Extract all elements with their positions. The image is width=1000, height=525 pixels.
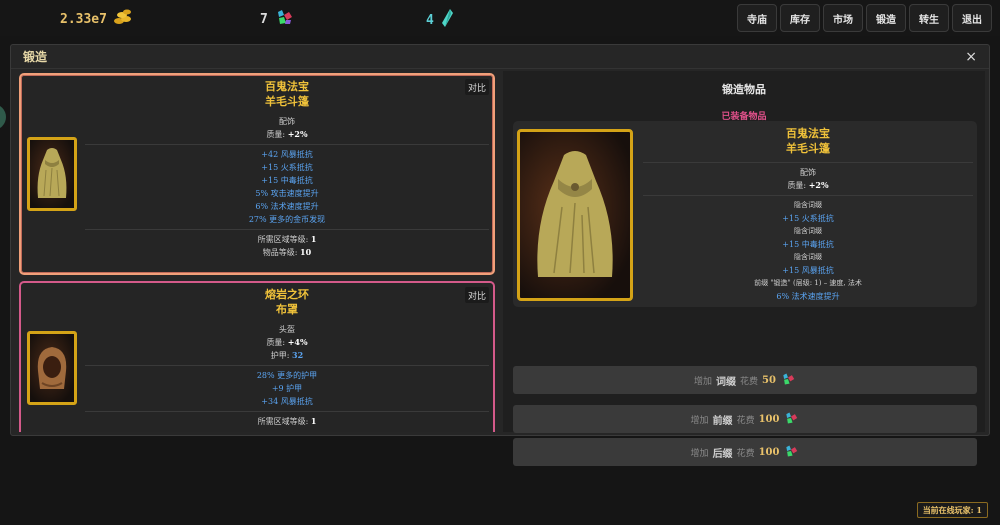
affix-header: 前缀 "锻造" (层级: 1) – 速度, 法术 <box>754 279 862 287</box>
item-mod: +34 风暴抵抗 <box>261 397 313 406</box>
item-details: 百鬼法宝 羊毛斗篷 配饰 质量: +2% +42 风暴抵抗 +15 火系抵抗 +… <box>85 79 489 259</box>
item-required-level: 所需区域等级: 1 <box>257 234 317 244</box>
nav-logout-button[interactable]: 退出 <box>952 4 992 32</box>
add-prefix-button[interactable]: 增加 前缀 花费 100 <box>513 405 977 433</box>
nav-inventory-button[interactable]: 库存 <box>780 4 820 32</box>
item-quality: 质量: +2% <box>787 180 829 190</box>
main-nav: 寺庙 库存 市场 锻造 转生 退出 <box>737 4 992 32</box>
nav-temple-button[interactable]: 寺庙 <box>737 4 777 32</box>
divider <box>85 365 489 366</box>
item-card[interactable]: 对比 熔岩之环 布罩 头盔 质量: +4% 护甲: 32 28% 更多的护甲 +… <box>19 281 495 432</box>
close-icon[interactable]: × <box>965 49 977 65</box>
top-bar: 2.33e7 7 4 寺庙 库存 市场 锻造 转生 退出 <box>0 0 1000 36</box>
item-base-name: 布罩 <box>276 303 298 316</box>
forge-panel: 锻造物品 已装备物品 百鬼法宝 羊毛斗篷 配饰 质量: +2% 隐含词缀 +15… <box>503 71 985 466</box>
gold-amount: 2.33e7 <box>60 11 107 27</box>
gems-icon <box>783 411 799 428</box>
add-suffix-button[interactable]: 增加 后缀 花费 100 <box>513 438 977 466</box>
nav-market-button[interactable]: 市场 <box>823 4 863 32</box>
equipped-item-details: 百鬼法宝 羊毛斗篷 配饰 质量: +2% 隐含词缀 +15 火系抵抗 隐含词缀 … <box>643 126 973 303</box>
item-mod: 28% 更多的护甲 <box>256 371 318 380</box>
gold-counter: 2.33e7 <box>60 8 133 30</box>
gems-counter: 7 <box>260 8 294 30</box>
divider <box>85 229 489 230</box>
item-mod: +15 火系抵抗 <box>782 214 834 223</box>
nav-rebirth-button[interactable]: 转生 <box>909 4 949 32</box>
divider <box>85 411 489 412</box>
divider <box>643 195 973 196</box>
item-mod: +15 中毒抵抗 <box>782 240 834 249</box>
item-mod: +15 火系抵抗 <box>261 163 313 172</box>
item-mod: +42 风暴抵抗 <box>261 150 313 159</box>
add-affix-button[interactable]: 增加 词缀 花费 50 <box>513 366 977 394</box>
shards-counter: 4 <box>426 8 454 32</box>
cloak-icon <box>517 129 633 301</box>
item-armor: 护甲: 32 <box>270 350 304 360</box>
item-prefix-name: 百鬼法宝 <box>786 127 830 140</box>
item-type: 头盔 <box>279 325 295 334</box>
online-players-badge: 当前在线玩家: 1 <box>916 502 988 518</box>
hood-icon <box>27 331 77 405</box>
item-details: 熔岩之环 布罩 头盔 质量: +4% 护甲: 32 28% 更多的护甲 +9 护… <box>85 287 489 428</box>
gold-coins-icon <box>113 8 133 30</box>
affix-header: 隐含词缀 <box>794 201 822 209</box>
modal-header: 锻造 × <box>11 45 989 69</box>
item-mod: 6% 法术速度提升 <box>255 202 319 211</box>
item-type: 配饰 <box>279 117 295 126</box>
item-prefix-name: 熔岩之环 <box>265 288 309 301</box>
item-base-name: 羊毛斗篷 <box>786 142 830 155</box>
item-type: 配饰 <box>800 168 816 177</box>
gems-icon <box>780 372 796 389</box>
cloak-icon <box>27 137 77 211</box>
item-mod: +15 中毒抵抗 <box>261 176 313 185</box>
item-mod: +15 风暴抵抗 <box>782 266 834 275</box>
gems-icon <box>274 8 294 30</box>
crystal-shard-icon <box>440 8 454 32</box>
affix-header: 隐含词缀 <box>794 227 822 235</box>
item-prefix-name: 百鬼法宝 <box>265 80 309 93</box>
affix-header: 隐含词缀 <box>794 253 822 261</box>
item-level: 物品等级: 10 <box>262 247 312 257</box>
gems-icon <box>783 444 799 461</box>
shards-amount: 4 <box>426 12 434 28</box>
forge-title: 锻造物品 <box>722 83 766 96</box>
gems-amount: 7 <box>260 11 268 27</box>
item-base-name: 羊毛斗篷 <box>265 95 309 108</box>
modal-title: 锻造 <box>23 50 48 64</box>
item-quality: 质量: +2% <box>266 129 308 139</box>
nav-forge-button[interactable]: 锻造 <box>866 4 906 32</box>
side-tab-handle[interactable] <box>0 104 6 130</box>
item-mod: 6% 法术速度提升 <box>776 292 840 301</box>
item-list[interactable]: 对比 百鬼法宝 羊毛斗篷 配饰 质量: +2% +42 风暴抵抗 +15 火系抵… <box>17 71 499 432</box>
item-mod: +9 护甲 <box>271 384 303 393</box>
forge-modal: 锻造 × 对比 百鬼法宝 羊毛斗篷 配饰 质量: +2% +42 风暴抵抗 +1… <box>10 44 990 466</box>
item-quality: 质量: +4% <box>266 337 308 347</box>
item-mod: 5% 攻击速度提升 <box>255 189 319 198</box>
item-required-level: 所需区域等级: 1 <box>257 416 317 426</box>
divider <box>85 144 489 145</box>
equipped-item-card: 百鬼法宝 羊毛斗篷 配饰 质量: +2% 隐含词缀 +15 火系抵抗 隐含词缀 … <box>513 121 977 307</box>
item-card[interactable]: 对比 百鬼法宝 羊毛斗篷 配饰 质量: +2% +42 风暴抵抗 +15 火系抵… <box>19 73 495 275</box>
divider <box>643 162 973 163</box>
item-mod: 27% 更多的金币发现 <box>248 215 326 224</box>
